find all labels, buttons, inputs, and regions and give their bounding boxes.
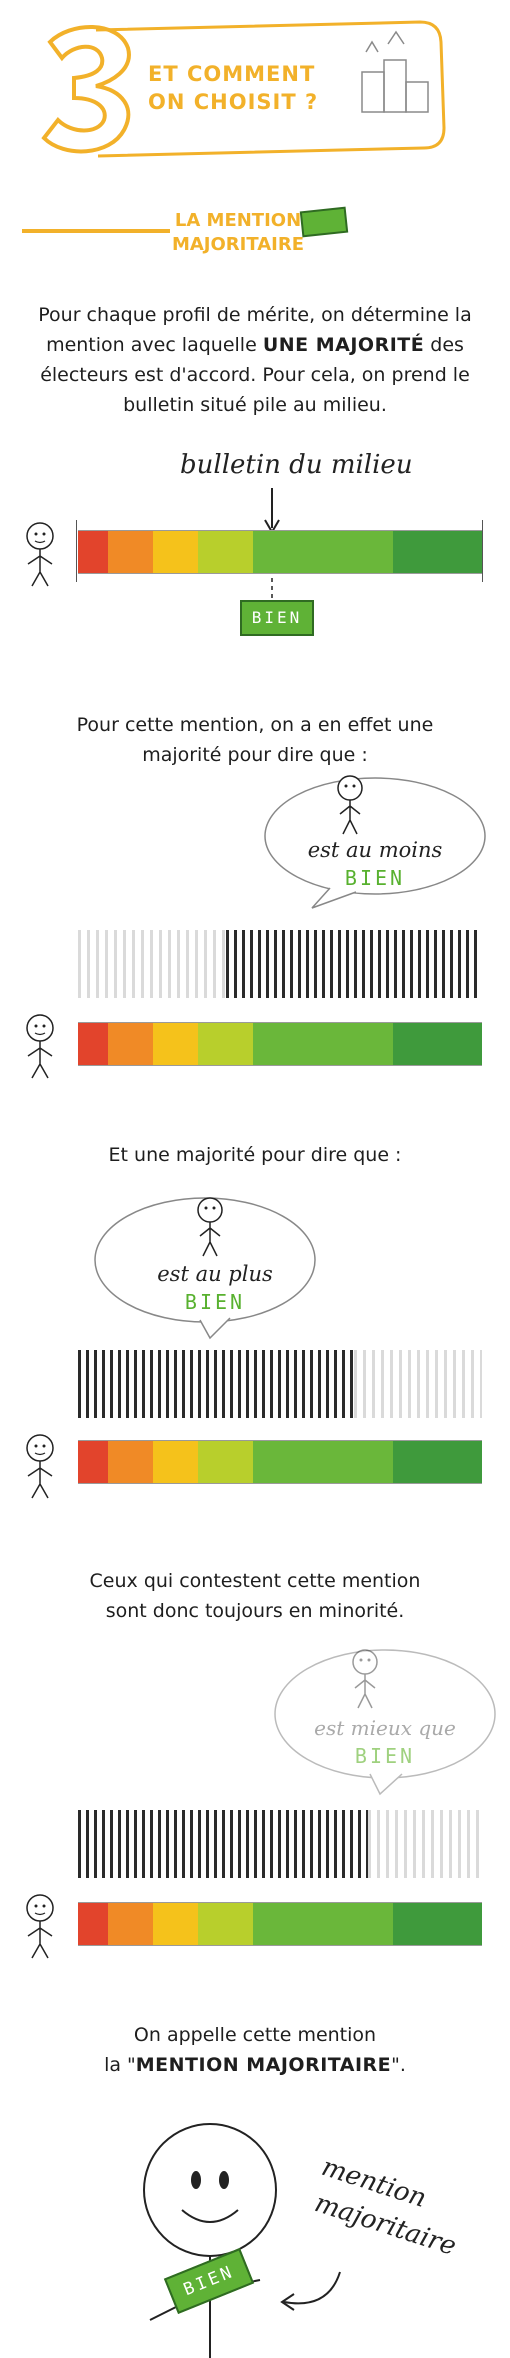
- grade-bar-1: [78, 530, 482, 574]
- final-line2: la "MENTION MAJORITAIRE".: [0, 2050, 510, 2080]
- bubble2-line1: est au plus: [157, 1262, 273, 1286]
- final-prefix: la ": [104, 2054, 136, 2076]
- grade-dark-green: [393, 1023, 482, 1065]
- stick-figure-icon: [197, 1197, 223, 1257]
- grade-bar-2: [78, 1022, 482, 1066]
- crowd-black: [78, 1350, 354, 1418]
- paragraph-2: Pour cette mention, on a en effet une ma…: [76, 714, 434, 766]
- grade-orange: [108, 1441, 153, 1483]
- grade-green: [253, 1903, 393, 1945]
- grade-yellow: [153, 1023, 198, 1065]
- number-three-outline: [41, 25, 131, 154]
- bar-edge-left: [76, 520, 77, 582]
- grade-orange: [108, 531, 153, 573]
- annotation-bulletin-du-milieu: bulletin du milieu: [180, 450, 413, 480]
- grade-green: [253, 1023, 393, 1065]
- crowd-black: [226, 930, 482, 998]
- section-underline: [22, 229, 170, 233]
- grade-lime: [198, 1023, 253, 1065]
- paragraph-3: Et une majorité pour dire que :: [108, 1144, 402, 1166]
- paragraph-4-line1: Ceux qui contestent cette mention: [89, 1570, 421, 1592]
- grade-lime: [198, 1441, 253, 1483]
- section-label-line1: LA MENTION: [174, 210, 302, 231]
- intro-paragraph: Pour chaque profil de mérite, on détermi…: [0, 300, 510, 420]
- grade-yellow: [153, 531, 198, 573]
- crowd-grey: [78, 930, 226, 998]
- grade-orange: [108, 1023, 153, 1065]
- paragraph-4-line2: sont donc toujours en minorité.: [105, 1600, 405, 1622]
- stick-figure-icon: [337, 775, 363, 835]
- grade-lime: [198, 531, 253, 573]
- podium-icon: [361, 30, 429, 113]
- green-ballot-icon: [299, 206, 349, 238]
- grade-green: [253, 531, 393, 573]
- stick-figure-icon: [26, 522, 54, 587]
- grade-lime: [198, 1903, 253, 1945]
- grade-yellow: [153, 1903, 198, 1945]
- bar-edge-right: [482, 520, 483, 582]
- grade-red: [78, 1441, 108, 1483]
- bubble3-line2: BIEN: [354, 1744, 416, 1768]
- grade-red: [78, 1023, 108, 1065]
- final-suffix: ".: [391, 2054, 406, 2076]
- header-title-line1: ET COMMENT: [148, 62, 316, 86]
- curved-arrow-icon: [280, 2271, 341, 2311]
- bien-tag: BIEN: [240, 600, 314, 636]
- final-bold: MENTION MAJORITAIRE: [135, 2054, 392, 2076]
- final-line1: On appelle cette mention: [133, 2024, 377, 2046]
- stick-figure-icon: [26, 1894, 54, 1959]
- grade-dark-green: [393, 1441, 482, 1483]
- grade-dark-green: [393, 1903, 482, 1945]
- crowd-grey: [368, 1810, 482, 1878]
- grade-bar-3: [78, 1440, 482, 1484]
- bubble1-line2: BIEN: [344, 866, 406, 890]
- bubble1-line1: est au moins: [307, 838, 443, 862]
- crowd-grey: [354, 1350, 482, 1418]
- header-title-line2: ON CHOISIT ?: [148, 90, 319, 114]
- grade-orange: [108, 1903, 153, 1945]
- header-box: [95, 20, 446, 158]
- grade-green: [253, 1441, 393, 1483]
- grade-red: [78, 1903, 108, 1945]
- stick-figure-icon: [26, 1434, 54, 1499]
- stick-figure-icon: [26, 1014, 54, 1079]
- grade-bar-4: [78, 1902, 482, 1946]
- grade-red: [78, 531, 108, 573]
- stick-figure-icon: [352, 1649, 378, 1709]
- crowd-black: [78, 1810, 368, 1878]
- grade-yellow: [153, 1441, 198, 1483]
- grade-dark-green: [393, 531, 482, 573]
- bubble3-line1: est mieux que: [314, 1716, 456, 1740]
- bubble2-line2: BIEN: [184, 1290, 246, 1314]
- intro-bold: UNE MAJORITÉ: [262, 334, 425, 356]
